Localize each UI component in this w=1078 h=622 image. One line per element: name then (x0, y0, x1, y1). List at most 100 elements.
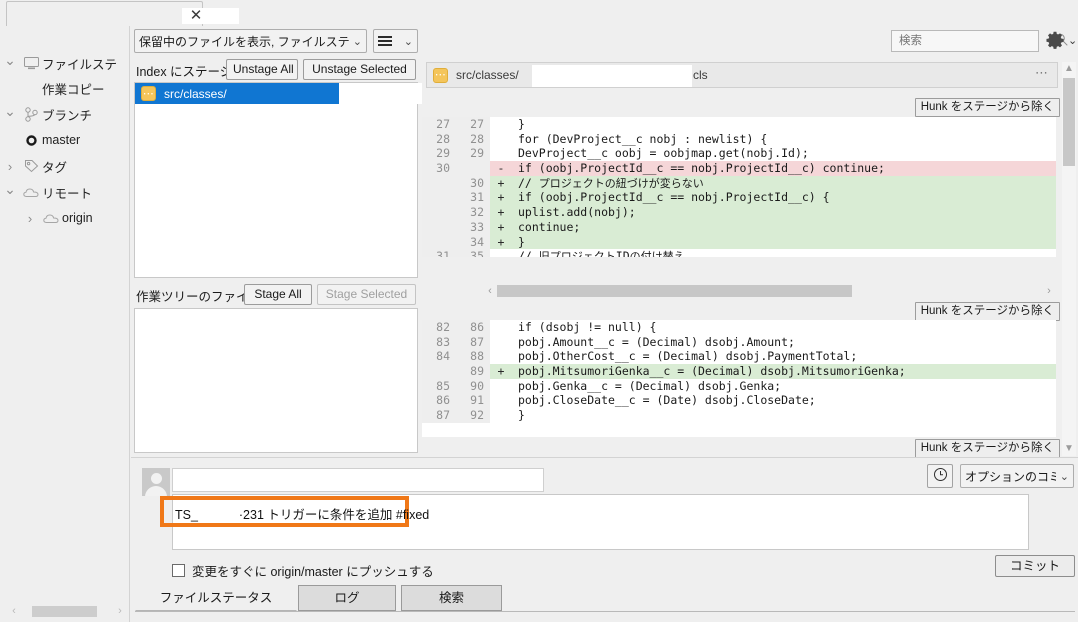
diff-line[interactable]: 30 - if (oobj.ProjectId__c == nobj.Projec… (422, 161, 1056, 176)
commit-button[interactable]: コミット (995, 555, 1075, 577)
diff-code-text: uplist.add(nobj); (518, 205, 636, 220)
diff-line[interactable]: 27 27 } (422, 117, 1056, 132)
diff-line[interactable]: 28 28 for (DevProject__c nobj : newlist) … (422, 131, 1056, 147)
diff-hunk-1[interactable]: 27 27 } 28 28 for (DevProject__c nobj : new… (422, 117, 1056, 257)
diff-new-line-number: 89 (456, 364, 490, 379)
commit-options-label: オプションのコミット (965, 469, 1056, 484)
sidebar-item-label: origin (62, 211, 93, 225)
repository-tab[interactable]: ✕ (6, 1, 239, 26)
sidebar-item-origin[interactable]: origin (0, 205, 129, 231)
chevron-left-icon[interactable]: ‹ (483, 285, 497, 297)
chevron-down-icon[interactable]: ▼ (1062, 442, 1076, 456)
chevron-down-icon[interactable]: ⌄ (1068, 34, 1077, 47)
diff-vertical-scrollbar[interactable]: ▲ ▼ (1062, 62, 1076, 456)
diff-line[interactable]: 33 + continue; (422, 219, 1056, 235)
diff-new-line-number: 31 (456, 190, 490, 206)
diff-line[interactable]: 85 90 pobj.Genka__c = (Decimal) dsobj.Gen… (422, 378, 1056, 394)
tab-file-status[interactable]: ファイルステータス (135, 585, 297, 611)
sidebar-item-label: タグ (42, 160, 68, 175)
diff-old-line-number: 82 (422, 320, 456, 335)
scrollbar-thumb[interactable] (1063, 78, 1075, 166)
diff-change-marker (490, 132, 512, 147)
tab-search[interactable]: 検索 (401, 585, 502, 611)
chevron-down-icon[interactable]: ⌄ (400, 35, 413, 48)
diff-line[interactable]: 82 86 if (dsobj != null) { (422, 320, 1056, 335)
chevron-down-icon[interactable] (0, 55, 20, 72)
diff-horizontal-scrollbar[interactable]: ‹ › (483, 284, 1056, 298)
scrollbar-thumb[interactable] (32, 605, 97, 617)
divider (135, 611, 1075, 612)
diff-old-line-number (422, 364, 456, 379)
chevron-up-icon[interactable]: ▲ (1062, 62, 1076, 76)
sidebar-item-tags[interactable]: タグ (0, 153, 129, 179)
staged-file-list[interactable]: ⋯ src/classes/ cls (134, 82, 568, 278)
commit-history-button[interactable] (927, 464, 953, 488)
diff-line[interactable]: 83 87 pobj.Amount__c = (Decimal) dsobj.Am… (422, 334, 1056, 350)
chevron-down-icon[interactable]: ⌄ (349, 35, 362, 48)
diff-old-line-number (422, 205, 456, 220)
chevron-down-icon[interactable]: ⌄ (1056, 470, 1069, 483)
diff-code-text: pobj.CloseDate__c = (Date) dsobj.CloseDa… (518, 393, 816, 408)
close-icon[interactable]: ✕ (187, 7, 205, 25)
push-immediately-checkbox-row[interactable]: 変更をすぐに origin/master にプッシュする (172, 561, 434, 580)
diff-new-line-number: 34 (456, 234, 490, 250)
chevron-down-icon[interactable] (0, 184, 20, 201)
diff-line[interactable]: 31 35 // 旧プロジェクトIDの付け替え (422, 249, 1056, 257)
unstage-hunk-button[interactable]: Hunk をステージから除く (914, 439, 1060, 458)
unstage-hunk-button[interactable]: Hunk をステージから除く (914, 302, 1060, 321)
diff-line[interactable]: 86 91 pobj.CloseDate__c = (Date) dsobj.Cl… (422, 393, 1056, 409)
sourcetree-window: ✕ ファイルステ 作業コピー ブランチ master (0, 0, 1078, 622)
chevron-right-icon[interactable] (0, 159, 20, 174)
unstaged-file-list[interactable] (134, 308, 418, 453)
sidebar-item-file-status[interactable]: ファイルステ (0, 50, 129, 76)
sidebar-item-label: master (42, 133, 81, 147)
diff-line[interactable]: 34 + } (422, 234, 1056, 250)
file-filter-dropdown[interactable]: 保留中のファイルを表示, ファイルステータス順 ⌄ (134, 29, 367, 53)
sidebar-item-branches[interactable]: ブランチ (0, 101, 129, 127)
chevron-down-icon[interactable] (0, 106, 20, 123)
diff-line[interactable]: 84 88 pobj.OtherCost__c = (Decimal) dsobj… (422, 349, 1056, 365)
commit-author-field[interactable] (172, 468, 544, 492)
chevron-right-icon[interactable]: › (1042, 285, 1056, 297)
diff-change-marker (490, 335, 512, 350)
unstaged-section-header: 作業ツリーのファイル Stage All Stage Selected (131, 282, 421, 306)
diff-change-marker (490, 408, 512, 423)
diff-change-marker: + (497, 190, 505, 205)
search-input[interactable] (897, 34, 1055, 48)
sidebar-horizontal-scrollbar[interactable]: ‹ › (8, 604, 126, 618)
scrollbar-track[interactable] (497, 285, 1042, 297)
unstage-hunk-button[interactable]: Hunk をステージから除く (914, 98, 1060, 117)
sidebar-item-remotes[interactable]: リモート (0, 179, 129, 205)
diff-new-line-number: 92 (456, 408, 490, 423)
chevron-right-icon[interactable] (20, 211, 40, 226)
diff-hunk-2[interactable]: 82 86 if (dsobj != null) {83 87 pobj.Amoun… (422, 320, 1056, 437)
diff-line[interactable]: 89 + pobj.MitsumoriGenka__c = (Decimal) d… (422, 364, 1056, 379)
tab-log[interactable]: ログ (298, 585, 396, 611)
staged-file-row[interactable]: ⋯ src/classes/ cls (135, 83, 568, 104)
scrollbar-track[interactable] (20, 605, 114, 617)
unstage-selected-button[interactable]: Unstage Selected (303, 59, 416, 80)
diff-line[interactable]: 29 29 DevProject__c oobj = oobjmap.get(no… (422, 146, 1056, 162)
chevron-right-icon[interactable]: › (114, 605, 126, 617)
diff-code-text: if (oobj.ProjectId__c == nobj.ProjectId_… (518, 190, 830, 205)
sidebar-item-master[interactable]: master (0, 127, 129, 153)
search-box[interactable] (891, 30, 1068, 52)
diff-change-marker (490, 379, 512, 394)
commit-options-dropdown[interactable]: オプションのコミット ⌄ (960, 464, 1074, 488)
push-immediately-checkbox[interactable] (172, 564, 185, 577)
unstage-all-button[interactable]: Unstage All (226, 59, 298, 80)
chevron-left-icon[interactable]: ‹ (8, 605, 20, 617)
stage-all-button[interactable]: Stage All (244, 284, 312, 305)
diff-line[interactable]: 31 + if (oobj.ProjectId__c == nobj.Projec… (422, 190, 1056, 206)
diff-change-marker: + (497, 234, 505, 249)
diff-line[interactable]: 32 + uplist.add(nobj); (422, 205, 1056, 220)
diff-line[interactable]: 30 + // プロジェクトの紐づけが変らない (422, 175, 1056, 191)
ellipsis-icon[interactable]: ⋯ (1035, 65, 1049, 81)
scrollbar-thumb[interactable] (497, 285, 852, 297)
diff-new-line-number: 27 (456, 117, 490, 132)
sidebar-item-working-copy[interactable]: 作業コピー (0, 75, 129, 101)
diff-change-marker (490, 146, 512, 161)
view-mode-dropdown[interactable]: ⌄ (373, 29, 418, 53)
diff-line[interactable]: 87 92 } (422, 408, 1056, 423)
diff-change-marker: - (497, 161, 505, 176)
